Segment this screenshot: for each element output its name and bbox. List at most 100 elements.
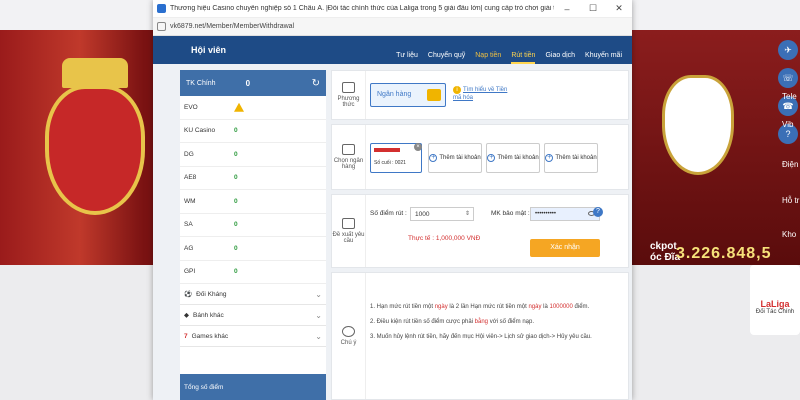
bank-method-option[interactable]: Ngân hàng bbox=[370, 83, 446, 107]
plus-icon: + bbox=[429, 154, 438, 162]
chevron-down-icon: ⌄ bbox=[315, 310, 322, 320]
note-highlight: ngày bbox=[434, 304, 448, 310]
sports-icon: ⚽ bbox=[184, 291, 193, 298]
club-crest-right bbox=[662, 75, 734, 175]
crypto-info-text[interactable]: Tìm hiểu về Tiền mã hóa bbox=[453, 87, 507, 101]
telegram-icon[interactable]: ✈ bbox=[778, 40, 798, 60]
side-label: Hỗ tr bbox=[782, 196, 800, 205]
form-icon bbox=[342, 218, 355, 229]
nav-nap-tien[interactable]: Nạp tiền bbox=[475, 52, 501, 64]
jackpot-value: 3.226.848,5 bbox=[676, 245, 772, 262]
notes-label-text: Chú ý bbox=[340, 340, 357, 346]
notes-list: 1. Hạn mức rút tiền một ngày là 2 lần Hạ… bbox=[370, 303, 620, 348]
wallet-name: EVO bbox=[184, 103, 198, 111]
nav-khuyen-mai[interactable]: Khuyến mãi bbox=[585, 52, 622, 64]
plus-icon: + bbox=[545, 154, 554, 162]
wallet-row: GPI 0 bbox=[180, 261, 326, 284]
wallet-name: SA bbox=[184, 221, 193, 229]
group-games-khac[interactable]: 7 Games khác ⌄ bbox=[180, 326, 326, 347]
group-doi-khang[interactable]: ⚽ Đối Kháng ⌄ bbox=[180, 284, 326, 305]
nav-chuyen-quy[interactable]: Chuyển quỹ bbox=[428, 52, 465, 64]
add-account-label: Thêm tài khoản bbox=[555, 155, 597, 161]
confirm-button[interactable]: Xác nhận bbox=[530, 239, 600, 257]
password-value: •••••••••• bbox=[535, 211, 557, 217]
wallet-name: KU Casino bbox=[184, 127, 216, 135]
lock-icon bbox=[157, 22, 166, 31]
page-title: Hội viên bbox=[191, 45, 227, 55]
bank-card-tail: Số cuối : 0021 bbox=[374, 160, 406, 166]
bank-label-text: Chọn ngân hàng bbox=[333, 158, 364, 170]
card-icon bbox=[342, 144, 355, 155]
maximize-button[interactable]: ☐ bbox=[580, 3, 606, 14]
wallet-row: WM 0 bbox=[180, 190, 326, 214]
window-title: Thương hiệu Casino chuyên nghiệp số 1 Ch… bbox=[170, 5, 554, 12]
close-button[interactable]: ✕ bbox=[606, 3, 632, 14]
wallet-name: WM bbox=[184, 197, 196, 205]
note-item: 2. Điều kiện rút tiền số điểm cược phải … bbox=[370, 319, 534, 325]
wallet-name: AG bbox=[184, 244, 194, 252]
add-account-button[interactable]: + Thêm tài khoản bbox=[544, 143, 598, 173]
points-select[interactable]: 1000 ⇕ bbox=[410, 207, 474, 221]
wallet-value: 0 bbox=[234, 197, 238, 205]
group-label: Games khác bbox=[191, 332, 229, 340]
crypto-info-link[interactable]: i Tìm hiểu về Tiền mã hóa bbox=[453, 86, 513, 102]
url-text[interactable]: vk6879.net/Member/MemberWithdrawal bbox=[170, 23, 294, 30]
nav-tu-lieu[interactable]: Tư liệu bbox=[396, 52, 418, 64]
main-account-balance: 0 bbox=[245, 78, 251, 88]
side-label: Vib bbox=[782, 120, 794, 129]
bank-card[interactable]: Số cuối : 0021 × bbox=[370, 143, 422, 173]
group-banh-khac[interactable]: ◆ Bánh khác ⌄ bbox=[180, 305, 326, 326]
note-highlight: 1000000 bbox=[549, 304, 573, 310]
note-text: Điều kiện rút tiền số điểm cược phải bbox=[376, 319, 473, 325]
wallet-value: 0 bbox=[234, 244, 238, 252]
add-account-button[interactable]: + Thêm tài khoản bbox=[486, 143, 540, 173]
laliga-badge: LaLiga Đối Tác Chính bbox=[750, 265, 800, 335]
note-text: điểm. bbox=[574, 304, 590, 310]
bank-logo bbox=[374, 148, 400, 152]
wallet-row: KU Casino 0 bbox=[180, 120, 326, 143]
plus-icon: + bbox=[487, 154, 496, 162]
browser-window: Thương hiệu Casino chuyên nghiệp số 1 Ch… bbox=[153, 0, 632, 400]
add-account-label: Thêm tài khoản bbox=[439, 155, 481, 161]
club-crest-left bbox=[45, 85, 145, 215]
password-label: MK bảo mật : bbox=[491, 210, 530, 217]
note-item: 1. Hạn mức rút tiền một ngày là 2 lần Hạ… bbox=[370, 304, 590, 310]
help-icon[interactable]: ? bbox=[593, 207, 603, 217]
chevron-down-icon: ⌄ bbox=[315, 289, 322, 299]
wallet-value: 0 bbox=[234, 174, 238, 182]
note-text: Hạn mức rút tiền một bbox=[376, 304, 434, 310]
minimize-button[interactable]: – bbox=[554, 4, 580, 14]
refresh-icon[interactable]: ↻ bbox=[312, 78, 320, 89]
method-panel: Phương thức Ngân hàng i Tìm hiểu về Tiền … bbox=[331, 70, 629, 120]
warning-icon[interactable] bbox=[234, 102, 244, 112]
crown-icon bbox=[62, 58, 128, 88]
side-label: Điện bbox=[782, 160, 799, 169]
nav-giao-dich[interactable]: Giao dịch bbox=[545, 52, 575, 64]
address-bar[interactable]: vk6879.net/Member/MemberWithdrawal bbox=[153, 18, 632, 36]
notes-label: Chú ý bbox=[332, 273, 366, 399]
close-icon[interactable]: × bbox=[414, 143, 422, 151]
viber-icon[interactable]: ☏ bbox=[778, 68, 798, 88]
wallet-sidebar: TK Chính 0 ↻ EVO KU Casino 0 DG 0 AE8 0 WM 0… bbox=[180, 70, 326, 400]
password-field[interactable]: •••••••••• bbox=[530, 207, 600, 221]
wallet-icon bbox=[342, 82, 355, 93]
bank-panel: Chọn ngân hàng Số cuối : 0021 × + Thêm tà… bbox=[331, 124, 629, 190]
wallet-row: EVO bbox=[180, 96, 326, 120]
laliga-text: LaLiga bbox=[760, 299, 790, 309]
total-points: Tổng số điểm bbox=[180, 374, 326, 400]
nav-rut-tien[interactable]: Rút tiền bbox=[511, 52, 536, 64]
add-account-button[interactable]: + Thêm tài khoản bbox=[428, 143, 482, 173]
laliga-sub: Đối Tác Chính bbox=[755, 309, 795, 315]
group-label: Đối Kháng bbox=[196, 290, 227, 298]
note-text: là bbox=[543, 304, 548, 310]
request-label-text: Đề xuất yêu cầu bbox=[332, 232, 365, 244]
wallet-name: DG bbox=[184, 150, 194, 158]
side-label: Tele bbox=[782, 92, 797, 101]
wallet-value: 0 bbox=[234, 221, 238, 229]
method-label-text: Phương thức bbox=[337, 96, 360, 108]
note-item: 3. Muốn hủy lệnh rút tiền, hãy đến mục H… bbox=[370, 334, 592, 340]
bank-method-label: Ngân hàng bbox=[377, 91, 412, 98]
notes-panel: Chú ý 1. Hạn mức rút tiền một ngày là 2 … bbox=[331, 272, 629, 400]
jackpot-label: ckpot bbox=[650, 241, 677, 252]
info-icon: i bbox=[453, 86, 461, 94]
